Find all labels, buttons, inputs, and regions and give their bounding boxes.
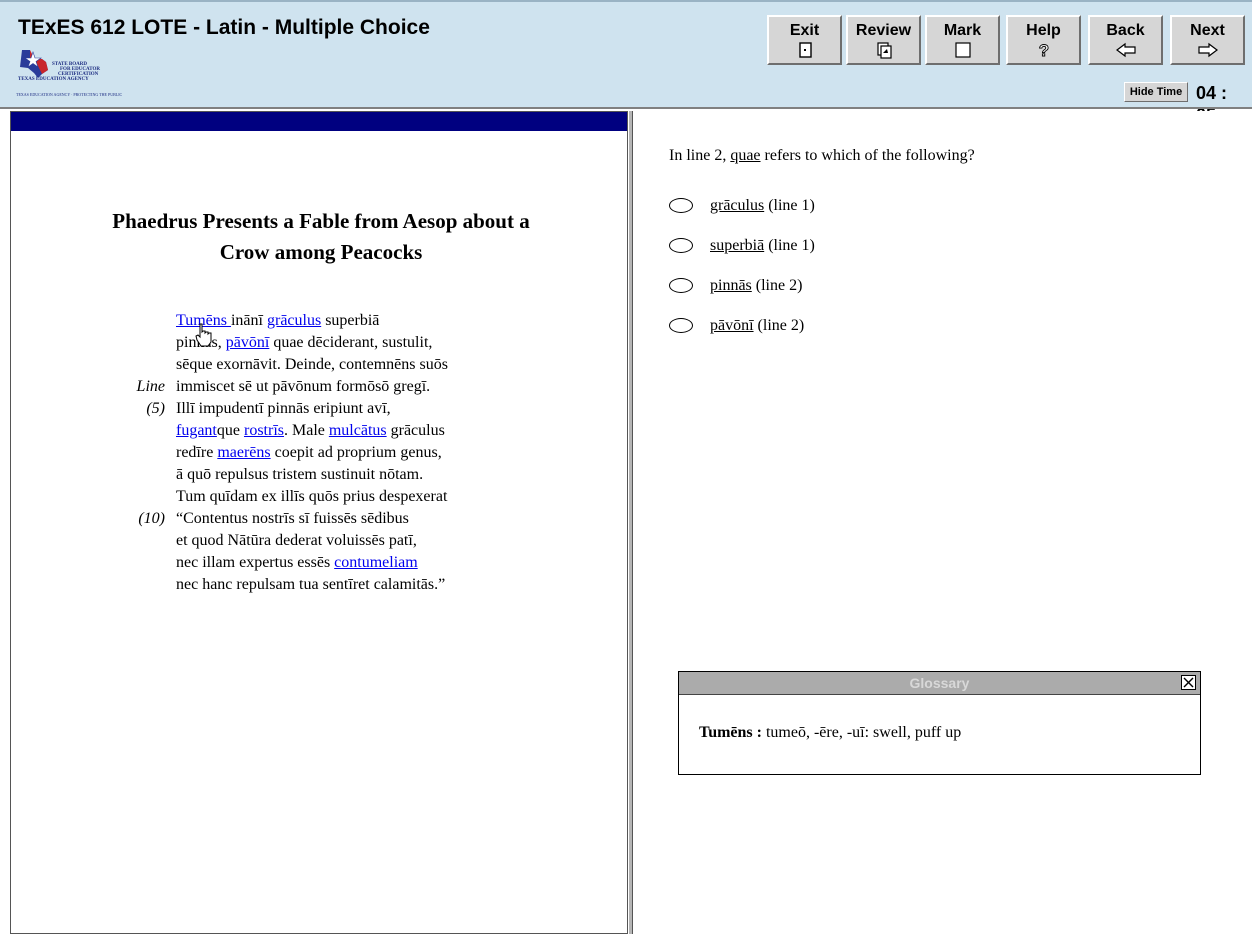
gloss-link-graculus[interactable]: grāculus [267, 312, 321, 329]
gloss-link-rostris[interactable]: rostrīs [244, 422, 284, 439]
texas-map-icon [20, 50, 48, 78]
passage-pane-titlebar [11, 112, 627, 131]
gloss-link-maerens[interactable]: maerēns [217, 444, 270, 461]
passage-pane[interactable]: Phaedrus Presents a Fable from Aesop abo… [10, 111, 628, 934]
logo-tagline: TEXAS EDUCATION AGENCY · PROTECTING THE … [16, 92, 123, 97]
poem-line-9: Tum quīdam ex illīs quōs prius despexera… [176, 488, 448, 505]
radio-button-c[interactable] [669, 278, 693, 293]
glossary-definition: tumeō, -ēre, -uī: swell, puff up [761, 724, 962, 741]
line-number-5: (5) [146, 400, 165, 417]
glossary-close-button[interactable] [1181, 675, 1196, 690]
hand-cursor-icon [195, 323, 212, 347]
header-divider [0, 107, 1252, 109]
passage-title: Phaedrus Presents a Fable from Aesop abo… [112, 209, 530, 264]
question-pane: In line 2, quae refers to which of the f… [632, 111, 1252, 934]
exit-door-icon [798, 42, 812, 58]
poem-line-7: redīre maerēns coepit ad proprium genus, [176, 444, 442, 461]
exit-button[interactable]: Exit [767, 15, 842, 65]
mark-checkbox-icon [954, 42, 971, 58]
poem-line-5: Illī impudentī pinnās eripiunt avī, [176, 400, 391, 417]
arrow-left-icon [1115, 42, 1136, 58]
radio-button-a[interactable] [669, 198, 693, 213]
radio-button-d[interactable] [669, 318, 693, 333]
close-icon [1183, 677, 1194, 688]
gloss-link-contumeliam[interactable]: contumeliam [334, 554, 418, 571]
poem-line-13: nec hanc repulsam tua sentīret calamitās… [176, 576, 446, 593]
review-pages-icon [876, 42, 892, 59]
glossary-popup[interactable]: Glossary Tumēns : tumeō, -ēre, -uī: swel… [678, 671, 1201, 775]
gloss-link-mulcatus[interactable]: mulcātus [329, 422, 387, 439]
arrow-right-icon [1197, 42, 1218, 58]
poem-line-8: ā quō repulsus tristem sustinuit nōtam. [176, 466, 424, 483]
next-button[interactable]: Next [1170, 15, 1245, 65]
exam-title: TExES 612 LOTE - Latin - Multiple Choice [18, 16, 430, 39]
line-label: Line [136, 378, 165, 395]
glossary-term: Tumēns : [699, 724, 762, 741]
line-number-10: (10) [138, 510, 165, 527]
poem-line-10: “Contentus nostrīs sī fuissēs sēdibus [176, 510, 409, 527]
logo-text: STATE BOARD FOR EDUCATOR CERTIFICATION T… [18, 62, 100, 82]
svg-text:?: ? [1038, 41, 1048, 59]
sbec-logo: STATE BOARD FOR EDUCATOR CERTIFICATION T… [16, 44, 126, 102]
header-bar: TExES 612 LOTE - Latin - Multiple Choice… [0, 0, 1252, 147]
help-button[interactable]: Help ? [1006, 15, 1081, 65]
gloss-link-pavoni[interactable]: pāvōnī [226, 334, 270, 351]
poem-line-6: fugantque rostrīs. Male mulcātus grāculu… [176, 422, 445, 439]
glossary-title: Glossary [909, 675, 970, 691]
review-button[interactable]: Review [846, 15, 921, 65]
poem-line-3: sēque exornāvit. Deinde, contemnēns suōs [176, 356, 448, 373]
question-mark-icon: ? [1038, 41, 1049, 59]
poem-line-4: immiscet sē ut pāvōnum formōsō gregī. [176, 378, 431, 395]
poem-line-2: pinnās, pāvōnī quae dēciderant, sustulit… [176, 334, 433, 351]
radio-button-b[interactable] [669, 238, 693, 253]
glossary-titlebar[interactable]: Glossary [679, 672, 1200, 695]
mark-button[interactable]: Mark [925, 15, 1000, 65]
poem-line-11: et quod Nātūra dederat voluissēs patī, [176, 532, 417, 549]
glossary-entry: Tumēns : tumeō, -ēre, -uī: swell, puff u… [699, 724, 961, 742]
question-stem: In line 2, quae refers to which of the f… [669, 147, 975, 164]
gloss-link-fugant[interactable]: fugant [176, 422, 217, 439]
back-button[interactable]: Back [1088, 15, 1163, 65]
hide-time-button[interactable]: Hide Time [1124, 82, 1188, 102]
poem-line-12: nec illam expertus essēs contumeliam [176, 554, 418, 571]
